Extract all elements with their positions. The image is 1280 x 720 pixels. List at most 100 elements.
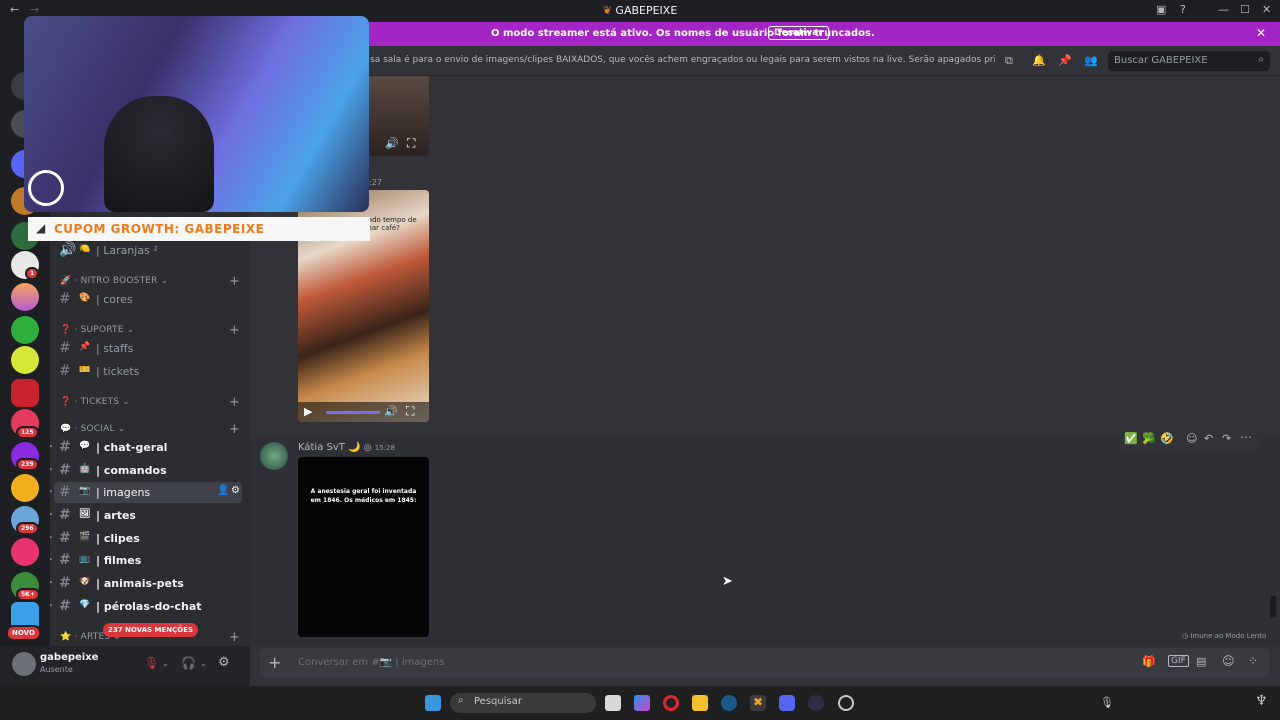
reaction-button[interactable]: 🤣 <box>1160 432 1174 445</box>
maximize-button[interactable]: ☐ <box>1240 3 1250 16</box>
category-nitro-booster[interactable]: 🚀 · NITRO BOOSTER ⌄ + <box>60 274 240 289</box>
webcam-overlay <box>24 16 369 212</box>
reply-icon[interactable]: ↶ <box>1204 432 1213 445</box>
capcut-icon[interactable]: ✖ <box>750 695 766 711</box>
slowmode-indicator: ◷ Imune ao Modo Lento <box>1182 632 1267 640</box>
bell-icon[interactable]: 🔔 <box>1032 54 1046 67</box>
server-icon[interactable] <box>11 474 39 502</box>
avatar[interactable] <box>12 652 36 676</box>
channel-chat-geral[interactable]: ▶#💬| chat-geral <box>50 437 242 458</box>
opera-icon[interactable] <box>663 695 679 711</box>
mute-mic-icon[interactable]: 🎙 <box>144 656 159 670</box>
channel-cores[interactable]: # 🎨 | cores <box>54 289 242 310</box>
channel-topic-bar: sa sala é para o envio de imagens/clipes… <box>250 46 1280 76</box>
chevron-down-icon[interactable]: ⌄ <box>162 659 169 668</box>
close-window-button[interactable]: ✕ <box>1262 3 1271 16</box>
server-icon[interactable] <box>11 346 39 374</box>
more-options-icon[interactable]: ⋯ <box>1240 430 1252 444</box>
server-icon[interactable] <box>11 283 39 311</box>
server-icon[interactable] <box>11 379 39 407</box>
category-tickets[interactable]: ❓ · TICKETS ⌄ + <box>60 395 240 410</box>
apps-icon[interactable]: ⁘ <box>1248 654 1258 668</box>
server-icon[interactable] <box>11 538 39 566</box>
channel-staffs[interactable]: # 📌 | staffs <box>54 338 242 359</box>
forward-icon[interactable]: ↷ <box>1222 432 1231 445</box>
pin-icon[interactable]: 📌 <box>1058 54 1072 67</box>
username: gabepeixe <box>40 652 99 663</box>
avatar[interactable] <box>260 442 288 470</box>
discord-icon[interactable] <box>779 695 795 711</box>
channel-animais-pets[interactable]: ▶#🐶| animais-pets <box>50 573 242 594</box>
channel-perolas-do-chat[interactable]: ▶#💎| pérolas-do-chat <box>50 596 242 617</box>
minimize-button[interactable]: — <box>1218 3 1229 16</box>
channel-comandos[interactable]: ▶#🤖| comandos <box>50 460 242 481</box>
windows-start-icon[interactable] <box>425 695 441 711</box>
close-icon[interactable]: ✕ <box>1256 26 1266 40</box>
author-name[interactable]: Kátia SvT <box>298 442 345 453</box>
channel-laranjas[interactable]: 🔊 🍋 | Laranjas ² <box>54 240 242 261</box>
sticker-icon[interactable]: ▤ <box>1196 655 1206 668</box>
channel-imagens[interactable]: ▶#📷| imagens 👤 ⚙ <box>50 482 242 503</box>
disable-streamer-button[interactable]: Desativar <box>768 26 829 40</box>
channel-topic[interactable]: sa sala é para o envio de imagens/clipes… <box>370 55 995 65</box>
add-channel-icon[interactable]: + <box>229 323 240 338</box>
channel-clipes[interactable]: ▶#🎬| clipes <box>50 528 242 549</box>
help-icon[interactable]: ? <box>1180 3 1186 16</box>
gift-icon[interactable]: 🎁 <box>1142 655 1156 668</box>
new-mentions-pill[interactable]: 237 NOVAS MENÇÕES <box>103 623 199 637</box>
fullscreen-icon[interactable]: ⛶ <box>406 404 414 419</box>
file-explorer-icon[interactable] <box>692 695 708 711</box>
add-channel-icon[interactable]: + <box>229 422 240 437</box>
message-time: 15:28 <box>374 444 395 452</box>
chevron-down-icon[interactable]: ⌄ <box>200 659 207 668</box>
channel-label: | Laranjas ² <box>96 244 158 257</box>
task-view-icon[interactable] <box>605 695 621 711</box>
message-row[interactable]: Kátia SvT 🌙 ◎ 15:28 A anestesia geral fo… <box>250 428 1280 646</box>
reaction-button[interactable]: ✅ <box>1124 432 1138 445</box>
fullscreen-icon[interactable]: ⛶ <box>407 136 415 151</box>
inbox-icon[interactable]: ▣ <box>1156 3 1166 16</box>
member-list-icon[interactable]: 👥 <box>1084 54 1098 67</box>
image-attachment[interactable]: A anestesia geral foi inventada em 1846.… <box>298 457 429 637</box>
settings-icon[interactable]: ⚙ <box>231 485 240 496</box>
channel-tickets[interactable]: # 🎫 | tickets <box>54 361 242 382</box>
app-icon[interactable] <box>808 695 824 711</box>
taskbar-search[interactable]: ⌕ Pesquisar <box>450 693 596 713</box>
search-input[interactable]: Buscar GABEPEIXE ⌕ <box>1108 51 1270 71</box>
category-social[interactable]: 💬 · SOCIAL ⌄ + <box>60 422 240 437</box>
invite-icon[interactable]: 👤 <box>217 485 229 496</box>
server-icon[interactable] <box>11 316 39 344</box>
logo-icon: ◢ <box>36 221 46 235</box>
volume-icon[interactable]: 🔊 <box>385 137 399 150</box>
add-channel-icon[interactable]: + <box>229 274 240 289</box>
category-suporte[interactable]: ❓ · SUPORTE ⌄ + <box>60 323 240 338</box>
add-channel-icon[interactable]: + <box>229 395 240 410</box>
volume-icon[interactable]: 🔊 <box>384 405 398 418</box>
play-icon[interactable]: ▶ <box>304 405 312 418</box>
tray-icon[interactable]: ♆ <box>1255 693 1268 709</box>
video-attachment[interactable]: 🔊 ⛶ <box>369 76 429 156</box>
reaction-button[interactable]: 🥦 <box>1142 432 1156 445</box>
mention-badge: 1 <box>25 267 40 280</box>
threads-icon[interactable]: ⧉ <box>1005 54 1013 68</box>
steam-icon[interactable] <box>721 695 737 711</box>
gif-icon[interactable]: GIF <box>1168 655 1189 667</box>
message-composer[interactable]: + Conversar em #📷 | imagens 🎁 GIF ▤ ☺ ⁘ <box>260 648 1270 678</box>
channel-artes[interactable]: ▶#🖼| artes <box>50 505 242 526</box>
search-icon: ⌕ <box>458 695 464 706</box>
message-input[interactable]: Conversar em #📷 | imagens <box>298 657 445 668</box>
copilot-icon[interactable] <box>634 695 650 711</box>
progress-bar[interactable] <box>326 411 380 414</box>
scrollbar[interactable] <box>1270 596 1276 618</box>
user-settings-icon[interactable]: ⚙ <box>218 655 230 670</box>
upload-plus-icon[interactable]: + <box>268 653 281 672</box>
channel-filmes[interactable]: ▶#📺| filmes <box>50 550 242 571</box>
headphones-icon[interactable]: 🎧 <box>181 656 196 670</box>
emoji-icon[interactable]: ☺ <box>1222 654 1235 668</box>
taskbar: ⌕ Pesquisar ✖ 🎙 ♆ <box>0 686 1280 720</box>
message-actions-toolbar: ✅ 🥦 🤣 ☺ ↶ ↷ ⋯ <box>1120 428 1260 452</box>
add-reaction-icon[interactable]: ☺ <box>1186 432 1197 445</box>
obs-icon[interactable] <box>838 695 854 711</box>
microphone-icon[interactable]: 🎙 <box>1100 696 1114 709</box>
add-channel-icon[interactable]: + <box>229 630 240 645</box>
